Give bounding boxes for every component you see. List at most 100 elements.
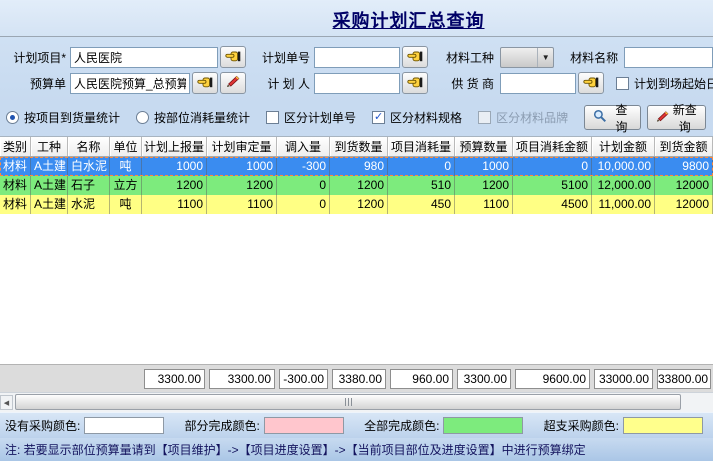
table-row[interactable]: 材料 A土建 水泥 吨 1100 1100 0 1200 450 1100 45…	[0, 195, 713, 214]
scroll-left-arrow-icon[interactable]: ◀	[0, 395, 13, 410]
plan-no-input[interactable]	[314, 47, 400, 68]
note-text: 注: 若要显示部位预算量请到【项目维护】->【项目进度设置】->【当前项目部位及…	[5, 441, 586, 458]
cell[interactable]: A土建	[31, 176, 68, 195]
cell[interactable]: 0	[388, 157, 455, 176]
checkmark-icon: ✓	[374, 112, 383, 123]
planner-picker-button[interactable]	[402, 72, 428, 94]
column-header[interactable]: 单位	[110, 137, 142, 156]
legend-none-label: 没有采购颜色:	[5, 417, 80, 434]
totals-band: 3300.00 3300.00 -300.00 3380.00 960.00 3…	[0, 364, 713, 392]
table-row[interactable]: 材料 A土建 石子 立方 1200 1200 0 1200 510 1200 5…	[0, 176, 713, 195]
cell[interactable]: 1200	[455, 176, 513, 195]
cell[interactable]: 1100	[455, 195, 513, 214]
cell[interactable]: 4500	[513, 195, 592, 214]
cell[interactable]: 450	[388, 195, 455, 214]
cell[interactable]: 1000	[455, 157, 513, 176]
cell[interactable]: A土建	[31, 157, 68, 176]
cell[interactable]: 12000	[655, 176, 713, 195]
cell[interactable]: 5100	[513, 176, 592, 195]
pointing-hand-icon	[197, 75, 213, 92]
cell[interactable]: 材料	[0, 176, 31, 195]
cell[interactable]: 12,000.00	[592, 176, 655, 195]
budget-picker-button[interactable]	[192, 72, 218, 94]
stat-by-project-radio[interactable]	[6, 111, 19, 124]
arrival-date-checkbox[interactable]	[616, 77, 629, 90]
cell[interactable]: 1100	[207, 195, 277, 214]
legend-item: 没有采购颜色:	[5, 417, 185, 434]
column-header[interactable]: 项目消耗金额	[513, 137, 592, 156]
supplier-input[interactable]	[500, 73, 576, 94]
cell[interactable]: 立方	[110, 176, 142, 195]
cell[interactable]: 1200	[207, 176, 277, 195]
cell[interactable]: 1200	[330, 195, 388, 214]
plan-no-picker-button[interactable]	[402, 46, 428, 68]
new-query-button-label: 新查询	[673, 101, 697, 135]
cell[interactable]: 1000	[142, 157, 207, 176]
cell[interactable]: 材料	[0, 157, 31, 176]
cell[interactable]: 白水泥	[68, 157, 110, 176]
table-row[interactable]: 材料 A土建 白水泥 吨 1000 1000 -300 980 0 1000 0…	[0, 157, 713, 176]
material-name-input[interactable]	[624, 47, 713, 68]
supplier-picker-button[interactable]	[578, 72, 604, 94]
column-header[interactable]: 工种	[31, 137, 68, 156]
column-header[interactable]: 项目消耗量	[388, 137, 455, 156]
arrival-date-label: 计划到场起始日	[634, 75, 713, 92]
stat-by-unit-option: 按部位消耗量统计	[136, 109, 250, 126]
total-arrived-qty: 3380.00	[332, 369, 386, 389]
cell[interactable]: 980	[330, 157, 388, 176]
cell[interactable]: A土建	[31, 195, 68, 214]
column-header[interactable]: 到货数量	[330, 137, 388, 156]
cell[interactable]: -300	[277, 157, 330, 176]
scrollbar-thumb[interactable]	[15, 394, 681, 410]
cell[interactable]: 0	[513, 157, 592, 176]
planner-label: 计 划 人	[256, 75, 314, 92]
pointing-hand-icon	[583, 75, 599, 92]
cell[interactable]: 1000	[207, 157, 277, 176]
cell[interactable]: 12000	[655, 195, 713, 214]
cell[interactable]: 材料	[0, 195, 31, 214]
legend-item: 部分完成颜色:	[185, 417, 365, 434]
cell[interactable]: 石子	[68, 176, 110, 195]
cell[interactable]: 吨	[110, 157, 142, 176]
budget-input[interactable]	[70, 73, 190, 94]
plan-project-input[interactable]	[70, 47, 218, 68]
column-header[interactable]: 调入量	[277, 137, 330, 156]
material-type-dropdown[interactable]: ▼	[500, 47, 554, 68]
column-header[interactable]: 计划审定量	[207, 137, 277, 156]
column-header[interactable]: 到货金额	[655, 137, 713, 156]
column-header[interactable]: 预算数量	[455, 137, 513, 156]
column-header[interactable]: 名称	[68, 137, 110, 156]
cell[interactable]: 11,000.00	[592, 195, 655, 214]
cell[interactable]: 9800	[655, 157, 713, 176]
column-header[interactable]: 计划金额	[592, 137, 655, 156]
total-plan-amount: 33000.00	[594, 369, 653, 389]
cell[interactable]: 10,000.00	[592, 157, 655, 176]
distinguish-spec-checkbox[interactable]: ✓	[372, 111, 385, 124]
query-button[interactable]: 查询	[584, 105, 641, 130]
stat-by-unit-radio[interactable]	[136, 111, 149, 124]
cell[interactable]: 1200	[142, 176, 207, 195]
cell[interactable]: 水泥	[68, 195, 110, 214]
material-name-label: 材料名称	[568, 49, 624, 66]
distinguish-brand-checkbox	[478, 111, 491, 124]
cell[interactable]: 1100	[142, 195, 207, 214]
cell[interactable]: 510	[388, 176, 455, 195]
budget-edit-button[interactable]	[220, 72, 246, 94]
pointing-hand-icon	[407, 75, 423, 92]
cell[interactable]: 1200	[330, 176, 388, 195]
distinguish-spec-label: 区分材料规格	[390, 109, 462, 126]
cell[interactable]: 吨	[110, 195, 142, 214]
horizontal-scrollbar[interactable]: ◀	[0, 392, 713, 412]
cell[interactable]: 0	[277, 176, 330, 195]
arrival-date-option: 计划到场起始日	[616, 75, 713, 92]
legend-overspend-label: 超支采购颜色:	[544, 417, 619, 434]
cell[interactable]: 0	[277, 195, 330, 214]
column-header[interactable]: 类别	[0, 137, 31, 156]
planner-input[interactable]	[314, 73, 400, 94]
column-header[interactable]: 计划上报量	[142, 137, 207, 156]
chevron-down-icon[interactable]: ▼	[537, 48, 553, 67]
distinguish-plan-no-checkbox[interactable]	[266, 111, 279, 124]
plan-project-picker-button[interactable]	[220, 46, 246, 68]
edit-brush-icon	[226, 75, 240, 91]
new-query-button[interactable]: 新查询	[647, 105, 706, 130]
